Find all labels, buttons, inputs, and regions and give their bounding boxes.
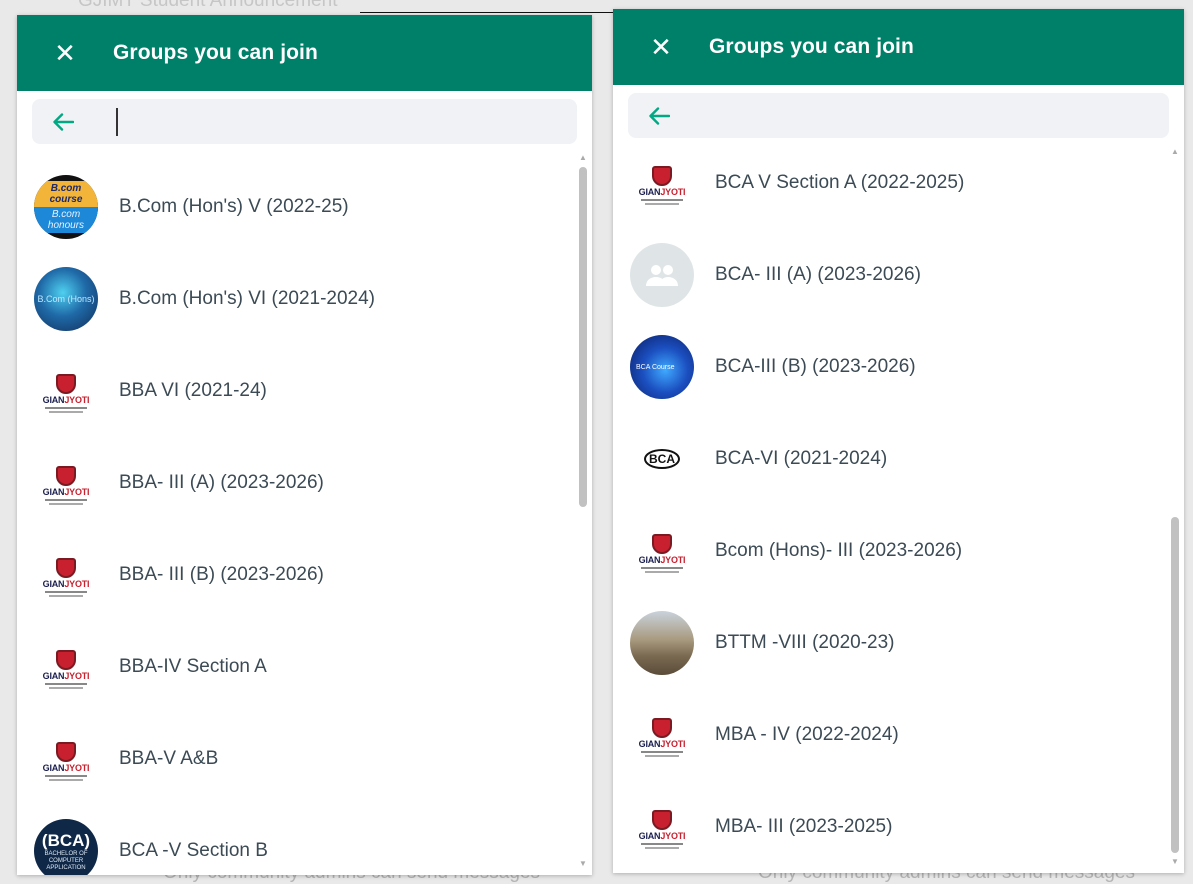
- group-item-bba-vi[interactable]: GIANJYOTI BBA VI (2021-24): [17, 345, 592, 437]
- bca-logo-icon: BCA: [630, 427, 694, 491]
- group-name: MBA - IV (2022-2024): [715, 724, 899, 745]
- group-item-bca-iii-b[interactable]: BCA Course BCA-III (B) (2023-2026): [613, 321, 1184, 413]
- group-item-bba-v[interactable]: GIANJYOTI BBA-V A&B: [17, 713, 592, 805]
- gianjyoti-logo-icon: GIANJYOTI: [630, 519, 694, 583]
- gianjyoti-logo-icon: GIANJYOTI: [34, 543, 98, 607]
- scroll-up-icon[interactable]: ▲: [578, 153, 588, 163]
- search-input[interactable]: [116, 107, 434, 136]
- group-item-bca-vi[interactable]: BCA BCA-VI (2021-2024): [613, 413, 1184, 505]
- group-item-bca-v-a[interactable]: GIANJYOTI BCA V Section A (2022-2025): [613, 137, 1184, 229]
- search-bar: [628, 93, 1169, 138]
- scroll-up-icon[interactable]: ▲: [1170, 147, 1180, 157]
- group-name: BTTM -VIII (2020-23): [715, 632, 895, 653]
- avatar-label: B.com course: [34, 181, 98, 207]
- scrollbar[interactable]: ▲ ▼: [1170, 147, 1180, 867]
- group-item-bcom-hons-vi[interactable]: B.Com (Hons) B.Com (Hon's) VI (2021-2024…: [17, 253, 592, 345]
- group-name: MBA- III (2023-2025): [715, 816, 893, 837]
- search-bar: [32, 99, 577, 144]
- group-name: BCA-VI (2021-2024): [715, 448, 888, 469]
- group-item-bttm-viii[interactable]: BTTM -VIII (2020-23): [613, 597, 1184, 689]
- gianjyoti-logo-icon: GIANJYOTI: [34, 727, 98, 791]
- panel-title: Groups you can join: [113, 41, 318, 64]
- group-item-bba-iv-a[interactable]: GIANJYOTI BBA-IV Section A: [17, 621, 592, 713]
- close-icon[interactable]: ✕: [613, 34, 709, 60]
- group-list: B.com course B.com honours B.Com (Hon's)…: [17, 161, 592, 875]
- gianjyoti-logo-icon: GIANJYOTI: [630, 703, 694, 767]
- group-item-bba-iii-a[interactable]: GIANJYOTI BBA- III (A) (2023-2026): [17, 437, 592, 529]
- group-avatar: B.Com (Hons): [34, 267, 98, 331]
- group-item-bca-v-b[interactable]: (BCA) BACHELOR OF COMPUTER APPLICATION B…: [17, 805, 592, 875]
- panel-header: ✕ Groups you can join: [17, 15, 592, 91]
- scroll-down-icon[interactable]: ▼: [1170, 857, 1180, 867]
- gianjyoti-logo-icon: GIANJYOTI: [630, 795, 694, 859]
- avatar-label: B.Com (Hons): [37, 294, 95, 304]
- scrollbar-thumb[interactable]: [1171, 517, 1179, 853]
- gianjyoti-logo-icon: GIANJYOTI: [34, 359, 98, 423]
- back-arrow-icon[interactable]: [628, 106, 690, 125]
- avatar-sublabel: B.com honours: [34, 207, 98, 233]
- groups-panel-left: ✕ Groups you can join B.com course B.com…: [17, 15, 592, 875]
- group-name: B.Com (Hon's) VI (2021-2024): [119, 288, 376, 309]
- group-avatar: B.com course B.com honours: [34, 175, 98, 239]
- group-name: BBA-V A&B: [119, 748, 219, 769]
- group-name: BBA- III (B) (2023-2026): [119, 564, 324, 585]
- background-channel-title: GJIMT Student Announcement: [78, 0, 338, 11]
- group-name: BCA -V Section B: [119, 840, 268, 861]
- group-name: BBA- III (A) (2023-2026): [119, 472, 324, 493]
- groups-panel-right: ✕ Groups you can join GIANJYOTI BCA V Se…: [613, 9, 1184, 873]
- avatar-sublabel: BACHELOR OF COMPUTER APPLICATION: [44, 850, 88, 871]
- group-list: GIANJYOTI BCA V Section A (2022-2025) BC…: [613, 137, 1184, 873]
- group-default-icon: [630, 243, 694, 307]
- group-item-bca-iii-a[interactable]: BCA- III (A) (2023-2026): [613, 229, 1184, 321]
- group-name: BCA- III (A) (2023-2026): [715, 264, 921, 285]
- group-name: BBA VI (2021-24): [119, 380, 267, 401]
- avatar-label: BCA: [644, 449, 680, 469]
- group-name: Bcom (Hons)- III (2023-2026): [715, 540, 963, 561]
- group-item-mba-iii[interactable]: GIANJYOTI MBA- III (2023-2025): [613, 781, 1184, 873]
- group-name: BBA-IV Section A: [119, 656, 267, 677]
- group-name: BCA-III (B) (2023-2026): [715, 356, 916, 377]
- scrollbar[interactable]: ▲ ▼: [578, 153, 588, 869]
- group-name: BCA V Section A (2022-2025): [715, 172, 965, 193]
- group-item-bba-iii-b[interactable]: GIANJYOTI BBA- III (B) (2023-2026): [17, 529, 592, 621]
- back-arrow-icon[interactable]: [32, 112, 94, 131]
- group-item-bcom-hons-v[interactable]: B.com course B.com honours B.Com (Hon's)…: [17, 161, 592, 253]
- gianjyoti-logo-icon: GIANJYOTI: [34, 451, 98, 515]
- search-input[interactable]: [712, 101, 1028, 130]
- avatar-label: BCA Course: [636, 363, 675, 371]
- scroll-down-icon[interactable]: ▼: [578, 859, 588, 869]
- group-item-bcom-hons-iii[interactable]: GIANJYOTI Bcom (Hons)- III (2023-2026): [613, 505, 1184, 597]
- group-photo-avatar: [630, 611, 694, 675]
- group-name: B.Com (Hon's) V (2022-25): [119, 196, 349, 217]
- group-avatar: (BCA) BACHELOR OF COMPUTER APPLICATION: [34, 819, 98, 875]
- close-icon[interactable]: ✕: [17, 40, 113, 66]
- panel-header: ✕ Groups you can join: [613, 9, 1184, 85]
- avatar-label: (BCA): [41, 830, 91, 850]
- panel-title: Groups you can join: [709, 35, 914, 58]
- gianjyoti-logo-icon: GIANJYOTI: [34, 635, 98, 699]
- group-item-mba-iv[interactable]: GIANJYOTI MBA - IV (2022-2024): [613, 689, 1184, 781]
- gianjyoti-logo-icon: GIANJYOTI: [630, 151, 694, 215]
- group-avatar: BCA Course: [630, 335, 694, 399]
- scrollbar-thumb[interactable]: [579, 167, 587, 507]
